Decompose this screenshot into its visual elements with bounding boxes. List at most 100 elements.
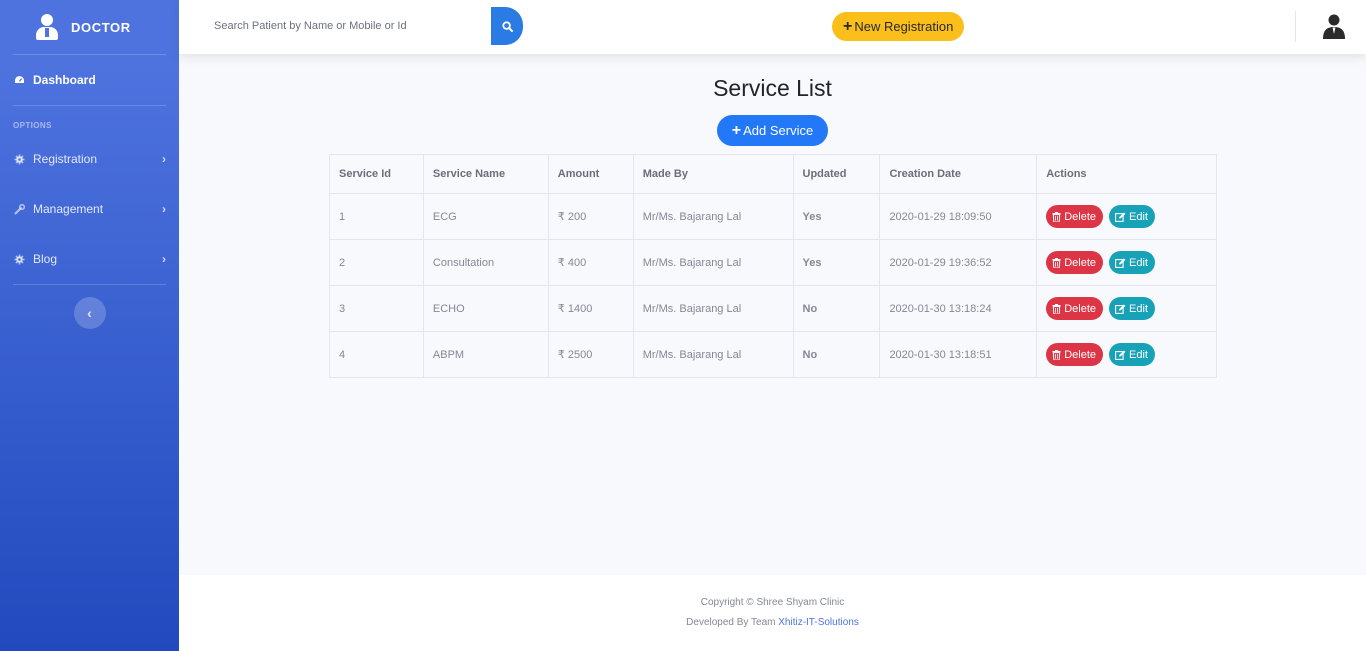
service-id: 4 bbox=[329, 331, 424, 378]
user-avatar[interactable] bbox=[1322, 13, 1346, 39]
trash-icon bbox=[1052, 349, 1061, 360]
sidebar-item-management[interactable]: Management › bbox=[0, 184, 179, 234]
team-link[interactable]: Xhitiz-IT-Solutions bbox=[778, 617, 859, 628]
edit-button[interactable]: Edit bbox=[1109, 251, 1155, 274]
delete-button[interactable]: Delete bbox=[1046, 251, 1103, 274]
edit-label: Edit bbox=[1129, 210, 1148, 223]
table-header-row: Service Id Service Name Amount Made By U… bbox=[329, 154, 1217, 194]
sidebar-item-label: Dashboard bbox=[33, 73, 96, 87]
creation-date: 2020-01-30 13:18:51 bbox=[879, 331, 1038, 378]
made-by: Mr/Ms. Bajarang Lal bbox=[632, 331, 794, 378]
creation-date: 2020-01-29 19:36:52 bbox=[879, 239, 1038, 286]
row-actions: Delete Edit bbox=[1036, 331, 1217, 378]
plus-icon: + bbox=[843, 17, 853, 35]
column-header: Service Id bbox=[329, 154, 424, 194]
search-button[interactable] bbox=[491, 7, 523, 45]
row-actions: Delete Edit bbox=[1036, 285, 1217, 332]
service-amount: ₹ 400 bbox=[547, 239, 634, 286]
chevron-left-icon: ‹ bbox=[87, 305, 92, 321]
sidebar-heading: OPTIONS bbox=[13, 121, 52, 130]
delete-button[interactable]: Delete bbox=[1046, 297, 1103, 320]
trash-icon bbox=[1052, 257, 1061, 268]
sidebar-item-blog[interactable]: Blog › bbox=[0, 234, 179, 284]
add-service-label: Add Service bbox=[743, 123, 814, 138]
cog-icon bbox=[13, 253, 26, 266]
developed-by-text: Developed By Team bbox=[686, 617, 776, 628]
service-name: ECG bbox=[422, 193, 549, 240]
row-actions: Delete Edit bbox=[1036, 239, 1217, 286]
delete-button[interactable]: Delete bbox=[1046, 343, 1103, 366]
sidebar-item-registration[interactable]: Registration › bbox=[0, 134, 179, 184]
footer: Copyright © Shree Shyam Clinic Developed… bbox=[179, 575, 1366, 651]
chevron-right-icon: › bbox=[162, 152, 166, 166]
edit-icon bbox=[1115, 212, 1126, 222]
sidebar-item-label: Blog bbox=[33, 252, 58, 266]
tachometer-icon bbox=[13, 74, 26, 87]
edit-button[interactable]: Edit bbox=[1109, 205, 1155, 228]
sidebar-item-dashboard[interactable]: Dashboard bbox=[0, 55, 179, 105]
delete-label: Delete bbox=[1064, 210, 1096, 223]
trash-icon bbox=[1052, 303, 1061, 314]
service-name: Consultation bbox=[422, 239, 549, 286]
search-form bbox=[204, 7, 523, 45]
service-id: 1 bbox=[329, 193, 424, 240]
service-id: 3 bbox=[329, 285, 424, 332]
service-name: ABPM bbox=[422, 331, 549, 378]
copyright-text: Copyright © Shree Shyam Clinic bbox=[700, 597, 845, 608]
column-header: Updated bbox=[792, 154, 881, 194]
column-header: Actions bbox=[1036, 154, 1217, 194]
chevron-right-icon: › bbox=[162, 252, 166, 266]
edit-button[interactable]: Edit bbox=[1109, 343, 1155, 366]
user-icon bbox=[1323, 14, 1345, 39]
column-header: Made By bbox=[632, 154, 794, 194]
creation-date: 2020-01-29 18:09:50 bbox=[879, 193, 1038, 240]
edit-icon bbox=[1115, 258, 1126, 268]
updated-status: Yes bbox=[792, 239, 881, 286]
updated-status: No bbox=[792, 331, 881, 378]
trash-icon bbox=[1052, 211, 1061, 222]
add-service-button[interactable]: + Add Service bbox=[717, 115, 828, 146]
edit-icon bbox=[1115, 350, 1126, 360]
table-row: 4 ABPM ₹ 2500 Mr/Ms. Bajarang Lal No 202… bbox=[329, 331, 1217, 378]
plus-icon: + bbox=[731, 121, 742, 139]
column-header: Creation Date bbox=[879, 154, 1038, 194]
new-registration-button[interactable]: + New Registration bbox=[832, 12, 965, 41]
made-by: Mr/Ms. Bajarang Lal bbox=[632, 193, 794, 240]
wrench-icon bbox=[13, 203, 26, 216]
search-input[interactable] bbox=[204, 7, 491, 45]
updated-status: No bbox=[792, 285, 881, 332]
made-by: Mr/Ms. Bajarang Lal bbox=[632, 285, 794, 332]
topbar-divider bbox=[1295, 11, 1296, 42]
service-amount: ₹ 200 bbox=[547, 193, 634, 240]
page-title: Service List bbox=[713, 75, 832, 101]
search-icon bbox=[501, 20, 513, 32]
sidebar-toggle-button[interactable]: ‹ bbox=[73, 297, 106, 329]
service-table: Service Id Service Name Amount Made By U… bbox=[329, 154, 1217, 378]
sidebar-divider bbox=[13, 284, 166, 285]
new-registration-label: New Registration bbox=[854, 19, 954, 34]
column-header: Amount bbox=[547, 154, 634, 194]
sidebar: DOCTOR Dashboard OPTIONS Registration › … bbox=[0, 0, 179, 651]
edit-button[interactable]: Edit bbox=[1109, 297, 1155, 320]
edit-icon bbox=[1115, 304, 1126, 314]
edit-label: Edit bbox=[1129, 302, 1148, 315]
service-amount: ₹ 1400 bbox=[547, 285, 634, 332]
table-row: 3 ECHO ₹ 1400 Mr/Ms. Bajarang Lal No 202… bbox=[329, 285, 1217, 332]
row-actions: Delete Edit bbox=[1036, 193, 1217, 240]
service-name: ECHO bbox=[422, 285, 549, 332]
brand-name: DOCTOR bbox=[71, 19, 131, 35]
delete-button[interactable]: Delete bbox=[1046, 205, 1103, 228]
made-by: Mr/Ms. Bajarang Lal bbox=[632, 239, 794, 286]
edit-label: Edit bbox=[1129, 348, 1148, 361]
doctor-icon bbox=[35, 14, 59, 40]
sidebar-item-label: Management bbox=[33, 202, 104, 216]
delete-label: Delete bbox=[1064, 302, 1096, 315]
table-row: 2 Consultation ₹ 400 Mr/Ms. Bajarang Lal… bbox=[329, 239, 1217, 286]
delete-label: Delete bbox=[1064, 256, 1096, 269]
cog-icon bbox=[13, 153, 26, 166]
sidebar-brand[interactable]: DOCTOR bbox=[0, 0, 179, 54]
edit-label: Edit bbox=[1129, 256, 1148, 269]
sidebar-item-label: Registration bbox=[33, 152, 98, 166]
topbar: + New Registration bbox=[179, 0, 1366, 54]
delete-label: Delete bbox=[1064, 348, 1096, 361]
